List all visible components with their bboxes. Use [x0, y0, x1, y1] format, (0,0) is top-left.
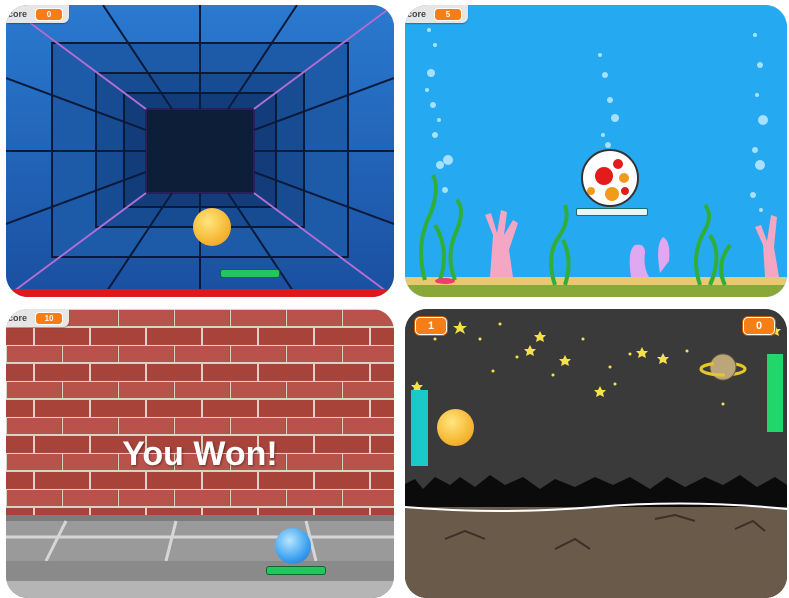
tunnel-game-panel[interactable]: core 0: [6, 5, 394, 297]
player-paddle[interactable]: [221, 270, 279, 277]
score-label: core: [8, 313, 28, 323]
player-paddle[interactable]: [267, 567, 325, 574]
score-value: 10: [35, 311, 64, 325]
win-message: You Won!: [122, 435, 278, 473]
brick-game-panel[interactable]: You Won! core 10: [6, 309, 394, 598]
score-display: core 10: [6, 309, 70, 327]
score-value: 0: [35, 7, 64, 21]
ball: [193, 208, 231, 246]
score-display: core 0: [6, 5, 70, 23]
ocean-game-panel[interactable]: core 5: [405, 5, 787, 297]
ball: [437, 409, 474, 446]
right-score: 0: [743, 317, 776, 335]
score-value: 5: [434, 7, 463, 21]
left-score: 1: [415, 317, 448, 335]
score-label: core: [8, 9, 28, 19]
ocean-background: [405, 5, 787, 297]
score-display: core 5: [405, 5, 469, 23]
tunnel-background: [6, 5, 394, 297]
ball: [275, 528, 311, 564]
left-paddle[interactable]: [411, 390, 428, 466]
score-label: core: [407, 9, 427, 19]
space-game-panel[interactable]: 1 0: [405, 309, 787, 598]
player-paddle[interactable]: [576, 208, 648, 216]
red-floor-line: [6, 289, 394, 297]
space-background: [405, 309, 787, 598]
right-paddle[interactable]: [767, 354, 783, 432]
ball: [581, 149, 639, 207]
